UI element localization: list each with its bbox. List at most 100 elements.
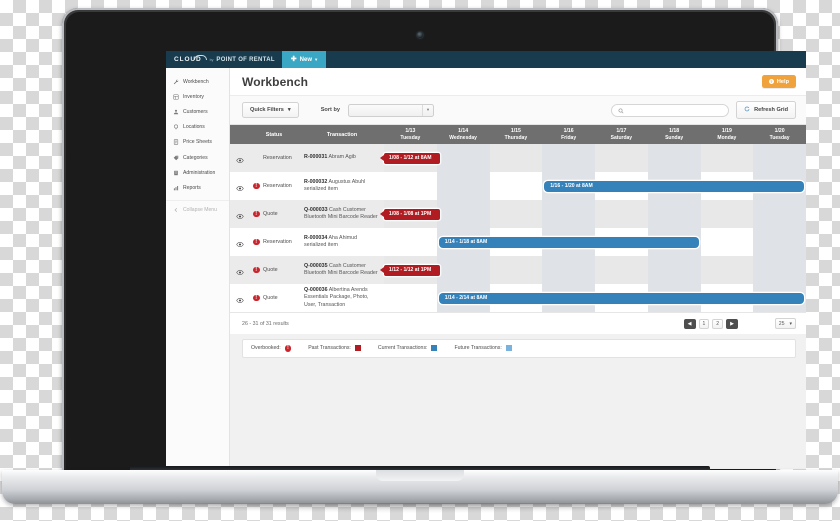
quick-filters-button[interactable]: Quick Filters ▾ [242, 102, 299, 118]
timeline-cell[interactable] [753, 256, 806, 284]
sidebar-item-locations[interactable]: Locations [166, 120, 229, 135]
timeline-cell[interactable] [384, 228, 437, 256]
timeline-cell[interactable] [700, 284, 754, 312]
sidebar-item-workbench[interactable]: Workbench [166, 74, 229, 89]
transaction-cell[interactable]: R-000031 Abram Agib [300, 144, 384, 172]
column-header-transaction[interactable]: Transaction [300, 125, 384, 144]
timeline-cell[interactable] [595, 172, 648, 200]
transaction-cell[interactable]: Q-000036 Albertina Arends Essentials Pack… [300, 284, 384, 312]
pagination-prev[interactable]: ◀ [683, 318, 696, 329]
timeline-cell[interactable] [436, 256, 490, 284]
grid-legend: Overbooked: Past Transactions: Current T… [242, 339, 796, 358]
pagination-page-2[interactable]: 2 [712, 318, 724, 329]
sidebar-item-administration[interactable]: Administration [166, 165, 229, 180]
timeline-cell[interactable] [542, 228, 595, 256]
timeline-cell[interactable] [542, 284, 595, 312]
eye-icon[interactable] [235, 185, 244, 191]
transaction-customer: Albertina Arends [328, 287, 368, 294]
timeline-cell[interactable] [647, 200, 701, 228]
page-size-select[interactable]: 25 ▾ [774, 318, 796, 329]
eye-icon[interactable] [235, 213, 244, 219]
transaction-cell[interactable]: R-000034 Aha Ahimud serialized item [300, 228, 384, 256]
new-button[interactable]: ✚ New ▾ [281, 51, 327, 68]
transaction-id: Q-000036 [304, 287, 328, 294]
sidebar-item-reports[interactable]: Reports [166, 180, 229, 195]
sort-by-select[interactable]: ▾ [347, 103, 434, 117]
timeline-cell[interactable] [489, 200, 543, 228]
brand-logo[interactable]: CLOUD by POINT OF RENTAL [166, 51, 282, 68]
timeline-cell[interactable] [700, 144, 754, 172]
row-preview-cell[interactable] [230, 144, 248, 172]
sidebar-collapse-menu[interactable]: Collapse Menu [166, 199, 229, 218]
row-preview-cell[interactable] [230, 200, 248, 228]
timeline-cell[interactable] [595, 200, 648, 228]
transaction-cell[interactable]: Q-000033 Cash Customer Bluetooth Mini Bar… [300, 200, 384, 228]
sidebar-item-inventory[interactable]: Inventory [166, 89, 229, 104]
eye-icon[interactable] [235, 157, 244, 163]
sidebar-item-customers[interactable]: Customers [166, 104, 229, 119]
eye-icon[interactable] [235, 241, 244, 247]
transaction-cell[interactable]: R-000032 Augustus Abuhl serialized item [300, 172, 384, 200]
table-row[interactable]: Quote Q-000033 Cash CustomerBluetooth Min… [230, 200, 806, 228]
timeline-cell[interactable] [700, 172, 754, 200]
timeline-cell[interactable] [647, 228, 701, 256]
timeline-cell[interactable] [489, 228, 543, 256]
timeline-cell[interactable] [384, 144, 437, 172]
overbooked-badge-icon [253, 182, 260, 190]
timeline-cell[interactable] [753, 284, 806, 312]
timeline-cell[interactable] [753, 200, 806, 228]
table-row[interactable]: Quote Q-000036 Albertina ArendsEssentials… [230, 284, 806, 312]
timeline-cell[interactable] [700, 256, 754, 284]
help-button[interactable]: Help [761, 75, 796, 88]
timeline-cell[interactable] [489, 172, 543, 200]
timeline-cell[interactable] [595, 144, 648, 172]
eye-icon[interactable] [235, 297, 244, 303]
timeline-cell[interactable] [436, 172, 490, 200]
timeline-cell[interactable] [436, 144, 490, 172]
table-row[interactable]: Reservation R-000031 Abram Agib [230, 144, 806, 172]
timeline-cell[interactable] [647, 256, 701, 284]
table-row[interactable]: Quote Q-000035 Cash CustomerBluetooth Min… [230, 256, 806, 284]
timeline-cell[interactable] [595, 256, 648, 284]
timeline-cell[interactable] [647, 172, 701, 200]
column-header-status[interactable]: Status [248, 125, 300, 144]
timeline-cell[interactable] [753, 144, 806, 172]
timeline-cell[interactable] [384, 172, 437, 200]
timeline-cell[interactable] [647, 144, 701, 172]
timeline-cell[interactable] [436, 228, 490, 256]
timeline-cell[interactable] [384, 200, 437, 228]
eye-icon[interactable] [235, 269, 244, 275]
row-preview-cell[interactable] [230, 172, 248, 200]
timeline-cell[interactable] [700, 200, 754, 228]
pagination-page-1[interactable]: 1 [698, 318, 710, 329]
search-box[interactable] [611, 103, 730, 117]
timeline-cell[interactable] [595, 284, 648, 312]
timeline-cell[interactable] [542, 200, 595, 228]
timeline-cell[interactable] [489, 144, 543, 172]
sidebar-item-price-sheets[interactable]: Price Sheets [166, 135, 229, 150]
transaction-cell[interactable]: Q-000035 Cash Customer Bluetooth Mini Bar… [300, 256, 384, 284]
timeline-cell[interactable] [436, 200, 490, 228]
search-input[interactable] [628, 107, 723, 113]
timeline-cell[interactable] [489, 284, 543, 312]
timeline-cell[interactable] [542, 172, 595, 200]
timeline-cell[interactable] [489, 256, 543, 284]
row-preview-cell[interactable] [230, 228, 248, 256]
timeline-cell[interactable] [384, 256, 437, 284]
table-row[interactable]: Reservation R-000032 Augustus Abuhlserial… [230, 172, 806, 200]
timeline-cell[interactable] [595, 228, 648, 256]
pagination-next[interactable]: ▶ [726, 318, 738, 329]
sidebar-item-categories[interactable]: Categories [166, 150, 229, 165]
table-row[interactable]: Reservation R-000034 Aha Ahimudserialized… [230, 228, 806, 256]
refresh-grid-button[interactable]: Refresh Grid [736, 101, 796, 119]
timeline-cell[interactable] [436, 284, 490, 312]
timeline-cell[interactable] [542, 256, 595, 284]
row-preview-cell[interactable] [230, 284, 248, 312]
timeline-cell[interactable] [542, 144, 595, 172]
row-preview-cell[interactable] [230, 256, 248, 284]
timeline-cell[interactable] [384, 284, 437, 312]
timeline-cell[interactable] [700, 228, 754, 256]
timeline-cell[interactable] [647, 284, 701, 312]
timeline-cell[interactable] [753, 228, 806, 256]
timeline-cell[interactable] [753, 172, 806, 200]
